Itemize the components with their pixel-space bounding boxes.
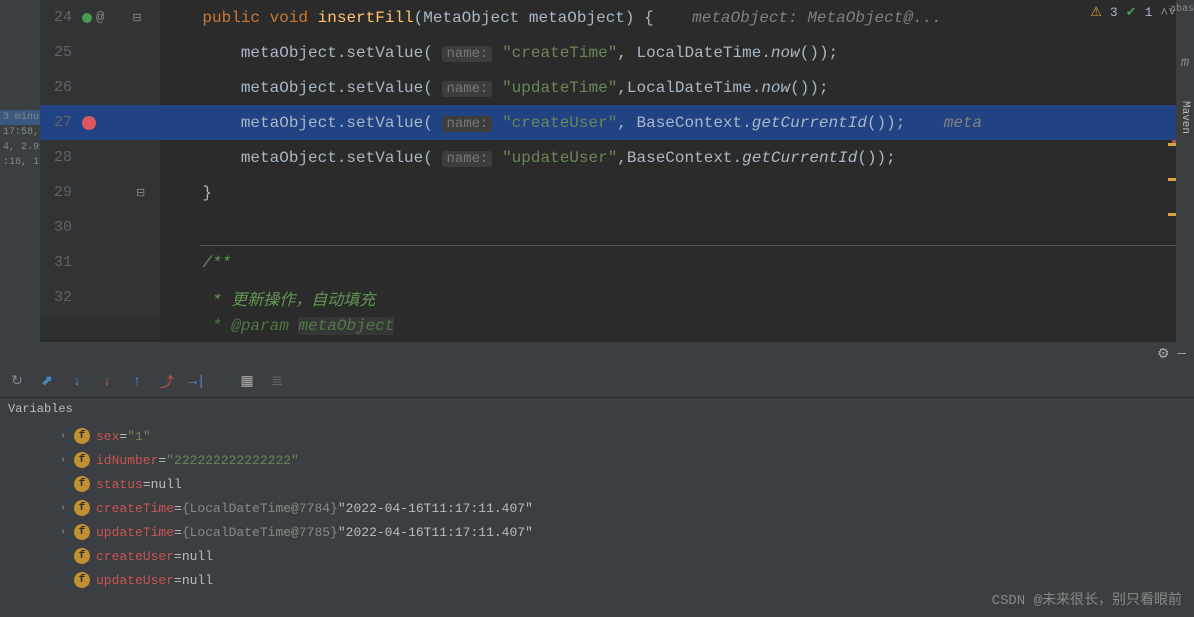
variables-label: Variables	[0, 398, 1194, 420]
step-over-icon[interactable]: ⬈	[38, 373, 56, 391]
variables-tree[interactable]: ›fsex = "1"›fidNumber = "222222222222222…	[0, 420, 1194, 617]
line-number: 31	[40, 254, 78, 271]
param-hint: name:	[442, 116, 492, 132]
var-name: createTime	[96, 501, 174, 516]
check-icon: ✔	[1126, 5, 1137, 20]
line-number: 29	[40, 184, 78, 201]
var-name: sex	[96, 429, 119, 444]
line-number: 28	[40, 149, 78, 166]
line-number: 24	[40, 9, 78, 26]
check-count: 1	[1145, 5, 1153, 20]
fold-icon[interactable]: ⊟	[132, 11, 141, 25]
variable-row[interactable]: fcreateUser = null	[0, 544, 1194, 568]
inline-hint: meta	[944, 114, 982, 132]
variable-row[interactable]: ›fidNumber = "222222222222222"	[0, 448, 1194, 472]
inspection-summary[interactable]: ⚠3 ✔1 ˄˅	[1090, 5, 1176, 20]
code-line[interactable]: 32 * 更新操作，自动填充	[40, 280, 1194, 315]
code-line[interactable]: 31 /**	[40, 245, 1194, 280]
field-badge-icon: f	[74, 452, 90, 468]
line-number: 26	[40, 79, 78, 96]
variable-row[interactable]: ›fupdateTime = {LocalDateTime@7785} "202…	[0, 520, 1194, 544]
field-badge-icon: f	[74, 572, 90, 588]
vcs-up-icon[interactable]	[82, 13, 92, 23]
code-line[interactable]: 24@⊟ public void insertFill(MetaObject m…	[40, 0, 1194, 35]
expand-icon[interactable]: ›	[60, 527, 74, 538]
debug-header: ⚙ —	[0, 342, 1194, 366]
variable-row[interactable]: fstatus = null	[0, 472, 1194, 496]
margin-info: 3 minu	[0, 110, 40, 125]
field-badge-icon: f	[74, 524, 90, 540]
code-line[interactable]: 25 metaObject.setValue( name: "createTim…	[40, 35, 1194, 70]
var-value: "1"	[127, 429, 150, 444]
code-container[interactable]: 24@⊟ public void insertFill(MetaObject m…	[40, 0, 1194, 342]
expand-icon[interactable]: ›	[60, 431, 74, 442]
step-into-icon[interactable]: ↓	[68, 373, 86, 391]
gear-icon[interactable]: ⚙	[1157, 346, 1170, 363]
var-value: "222222222222222"	[166, 453, 299, 468]
var-value: {LocalDateTime@7785}	[182, 525, 338, 540]
code-line[interactable]: 26 metaObject.setValue( name: "updateTim…	[40, 70, 1194, 105]
maven-icon[interactable]: m	[1181, 55, 1189, 71]
evaluate-icon[interactable]: ▦	[238, 373, 256, 391]
watermark: CSDN @未来很长，别只看眼前	[992, 589, 1182, 609]
margin-info: 17:58,	[0, 125, 40, 140]
var-name: idNumber	[96, 453, 158, 468]
method-separator	[200, 245, 1176, 246]
field-badge-icon: f	[74, 476, 90, 492]
var-value: null	[182, 549, 213, 564]
var-name: status	[96, 477, 143, 492]
var-name: createUser	[96, 549, 174, 564]
expand-icon[interactable]: ›	[60, 455, 74, 466]
step-out-icon[interactable]: ↑	[128, 373, 146, 391]
margin-info: :16, 1.	[0, 155, 40, 170]
param-hint: name:	[442, 81, 492, 97]
var-value: {LocalDateTime@7784}	[182, 501, 338, 516]
minimize-icon[interactable]: —	[1178, 346, 1186, 362]
line-number: 25	[40, 44, 78, 61]
code-line[interactable]: 30	[40, 210, 1194, 245]
drop-frame-icon[interactable]: ⤴	[158, 373, 176, 391]
code-line-current[interactable]: 27 metaObject.setValue( name: "createUse…	[40, 105, 1194, 140]
expand-icon[interactable]: ›	[60, 503, 74, 514]
maven-tab[interactable]: Maven	[1179, 101, 1191, 134]
inline-hint: metaObject: MetaObject@...	[692, 9, 942, 27]
param-hint: name:	[442, 151, 492, 167]
var-name: updateTime	[96, 525, 174, 540]
editor-area: 3 minu 17:58, 4, 2.99 :16, 1. 24@⊟ publi…	[0, 0, 1194, 342]
trace-icon[interactable]: ≣	[268, 373, 286, 391]
right-tool-bar: abase m Maven	[1176, 0, 1194, 342]
code-line[interactable]: 29⊟ }	[40, 175, 1194, 210]
var-value: null	[182, 573, 213, 588]
param-hint: name:	[442, 46, 492, 62]
database-tab[interactable]: abase	[1170, 4, 1194, 15]
line-number: 32	[40, 289, 78, 306]
var-name: updateUser	[96, 573, 174, 588]
line-number: 30	[40, 219, 78, 236]
code-line[interactable]: 28 metaObject.setValue( name: "updateUse…	[40, 140, 1194, 175]
warning-icon: ⚠	[1090, 5, 1102, 20]
line-number: 27	[40, 114, 78, 131]
variable-row[interactable]: ›fsex = "1"	[0, 424, 1194, 448]
force-step-into-icon[interactable]: ↓	[98, 373, 116, 391]
at-icon: @	[96, 10, 104, 26]
debug-panel: ⚙ — ↻ ⬈ ↓ ↓ ↑ ⤴ →| ▦ ≣ Variables ›fsex =…	[0, 342, 1194, 617]
debug-toolbar: ↻ ⬈ ↓ ↓ ↑ ⤴ →| ▦ ≣	[0, 366, 1194, 398]
restart-icon[interactable]: ↻	[8, 373, 26, 391]
code-line[interactable]: * @param metaObject	[40, 315, 1194, 337]
field-badge-icon: f	[74, 500, 90, 516]
var-value: null	[151, 477, 182, 492]
field-badge-icon: f	[74, 428, 90, 444]
margin-info: 4, 2.99	[0, 140, 40, 155]
fold-end-icon[interactable]: ⊟	[136, 186, 145, 200]
field-badge-icon: f	[74, 548, 90, 564]
run-to-cursor-icon[interactable]: →|	[188, 373, 206, 391]
variable-row[interactable]: ›fcreateTime = {LocalDateTime@7784} "202…	[0, 496, 1194, 520]
breakpoint-icon[interactable]	[82, 116, 96, 130]
warning-count: 3	[1110, 5, 1118, 20]
left-margin: 3 minu 17:58, 4, 2.99 :16, 1.	[0, 0, 40, 342]
